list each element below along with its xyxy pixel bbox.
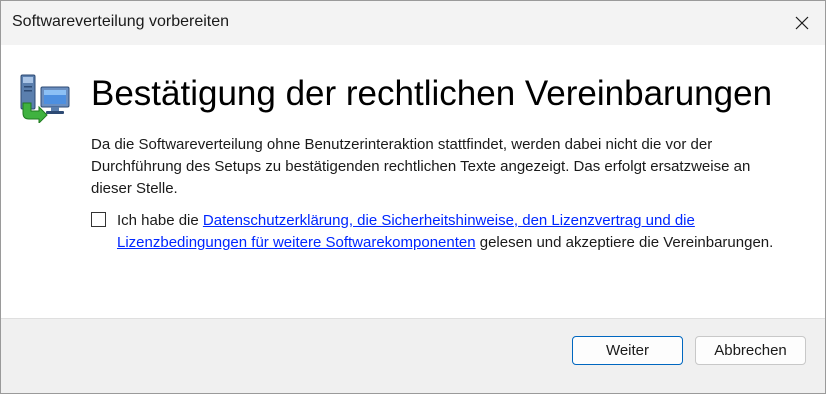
description-text: Da die Softwareverteilung ohne Benutzeri… — [91, 136, 751, 197]
dialog-window: Softwareverteilung vorbereiten Bestätigu… — [0, 0, 826, 394]
continue-button[interactable]: Weiter — [572, 336, 683, 365]
consent-suffix: gelesen und akzeptiere die Vereinbarunge… — [475, 234, 774, 251]
close-icon — [795, 16, 809, 30]
cancel-button[interactable]: Abbrechen — [695, 336, 806, 365]
computer-network-install-icon — [20, 74, 70, 123]
button-bar: Weiter Abbrechen — [1, 318, 825, 393]
close-button[interactable] — [779, 1, 825, 45]
consent-text: Ich habe die Datenschutzerklärung, die S… — [117, 210, 787, 254]
consent-prefix: Ich habe die — [117, 212, 203, 229]
consent-checkbox[interactable] — [91, 212, 106, 227]
dialog-content: Bestätigung der rechtlichen Vereinbarung… — [1, 45, 825, 319]
title-bar: Softwareverteilung vorbereiten — [1, 1, 825, 45]
page-heading: Bestätigung der rechtlichen Vereinbarung… — [91, 74, 773, 113]
window-title: Softwareverteilung vorbereiten — [12, 13, 230, 30]
